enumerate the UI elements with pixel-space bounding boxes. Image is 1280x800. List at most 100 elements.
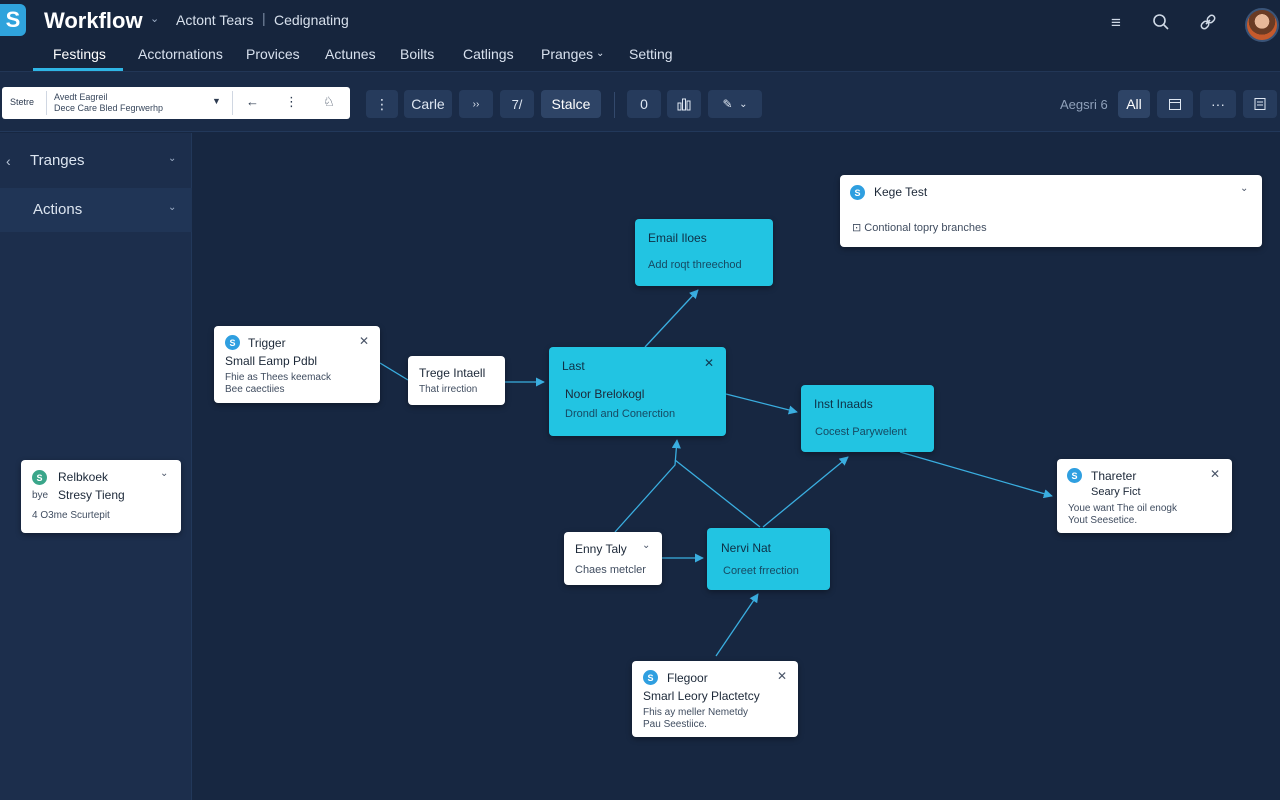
node-type-icon: S xyxy=(32,470,47,485)
tab-actunes[interactable]: Actunes xyxy=(325,46,376,70)
node-description: Fhie as Thees keemack xyxy=(225,372,331,383)
sidebar-item-actions[interactable]: Actions ⌄ xyxy=(0,188,192,232)
close-icon[interactable]: ✕ xyxy=(359,334,369,348)
node-title: Inst Inaads xyxy=(814,397,873,411)
node-description: ⊡ Contional topry branches xyxy=(852,222,987,234)
sidebar-item-label: Tranges xyxy=(30,152,85,169)
node-type-icon: S xyxy=(850,185,865,200)
node-subtitle: Stresy Tieng xyxy=(58,488,125,502)
tag-icon: ✎ xyxy=(722,97,733,111)
node-title: Trigger xyxy=(248,336,286,350)
node-title: Flegoor xyxy=(667,671,708,685)
node-description: Youe want The oil enogk xyxy=(1068,503,1177,514)
node-trigger[interactable]: S Trigger ✕ Small Eamp Pdbl Fhie as Thee… xyxy=(214,326,380,403)
node-subtitle-prefix: bye xyxy=(32,490,49,501)
arrow-left-icon[interactable]: ← xyxy=(246,94,259,109)
search-label: Stetre xyxy=(10,97,35,107)
chevron-down-icon[interactable]: ⌄ xyxy=(160,468,168,479)
sidebar-item-tranges[interactable]: ‹ Tranges ⌄ xyxy=(0,139,192,183)
filter-dropdown[interactable]: ✎ ⌄ xyxy=(708,90,762,118)
chevron-down-icon[interactable]: ⌄ xyxy=(168,153,176,164)
node-inst[interactable]: Inst Inaads Cocest Parywelent xyxy=(801,385,934,452)
chevron-down-icon[interactable]: ⌄ xyxy=(642,540,650,551)
link-icon[interactable] xyxy=(1197,13,1219,35)
node-email[interactable]: Email Iloes Add roqt threechod xyxy=(635,219,773,286)
sidebar-item-label: Actions xyxy=(33,201,83,218)
node-title: Kege Test xyxy=(874,185,928,199)
breadcrumb-separator: | xyxy=(262,10,266,26)
search-value-line2: Dece Care Bled Fegrwerhp xyxy=(54,103,164,113)
divider xyxy=(614,92,615,118)
node-trege[interactable]: Trege Intaell That irrection xyxy=(408,356,505,405)
menu-icon[interactable]: ≡ xyxy=(1105,13,1127,35)
chevron-down-icon: ⌄ xyxy=(739,98,748,110)
close-icon[interactable]: ✕ xyxy=(777,669,787,683)
node-title: Relbkoek xyxy=(58,470,109,484)
more-vertical-icon[interactable]: ⋮ xyxy=(366,90,398,118)
node-relbkoek[interactable]: S Relbkoek ⌄ bye Stresy Tieng 4 O3me Scu… xyxy=(21,460,181,533)
node-entry[interactable]: Enny Taly ⌄ Chaes metcler xyxy=(564,532,662,585)
divider xyxy=(232,91,233,115)
close-icon[interactable]: ✕ xyxy=(704,356,714,370)
node-thareter[interactable]: S Thareter ✕ Seary Fict Youe want The oi… xyxy=(1057,459,1232,533)
stalce-button[interactable]: Stalce xyxy=(541,90,601,118)
node-title: Thareter xyxy=(1091,469,1137,483)
chevron-down-icon[interactable]: ⌄ xyxy=(168,202,176,213)
node-last[interactable]: Last ✕ Noor Brelokogl Drondl and Conerct… xyxy=(549,347,726,436)
node-description: Drondl and Conerction xyxy=(565,408,676,420)
tab-catlings[interactable]: Catlings xyxy=(463,46,514,70)
chevron-down-icon[interactable]: ⌄ xyxy=(596,48,604,72)
tab-setting[interactable]: Setting xyxy=(629,46,673,70)
node-description: Pau Seestiice. xyxy=(643,719,707,730)
node-subtitle: Noor Brelokogl xyxy=(565,387,645,401)
breadcrumb-item[interactable]: Actont Tears xyxy=(176,12,254,28)
calendar-icon[interactable] xyxy=(1157,90,1193,118)
all-button[interactable]: All xyxy=(1118,90,1150,118)
more-vertical-icon[interactable]: ⋮ xyxy=(285,94,298,110)
double-chevron-right-icon[interactable]: ›› xyxy=(459,90,493,118)
node-title: Email Iloes xyxy=(648,231,707,245)
bell-icon[interactable]: ♘ xyxy=(323,94,335,110)
search-value-line1: Avedt Eagreil xyxy=(54,92,108,102)
node-description: That irrection xyxy=(419,384,478,395)
zoom-readout: Aegsri 6 xyxy=(1060,97,1108,112)
tab-provices[interactable]: Provices xyxy=(246,46,300,70)
chevron-down-icon[interactable]: ⌄ xyxy=(150,12,159,25)
node-description: Bee caectiies xyxy=(225,384,285,395)
node-type-icon: S xyxy=(225,335,240,350)
zero-button[interactable]: 0 xyxy=(627,90,661,118)
tab-boilts[interactable]: Boilts xyxy=(400,46,434,70)
search-select[interactable]: Stetre Avedt Eagreil Dece Care Bled Fegr… xyxy=(2,87,350,119)
app-logo[interactable]: S xyxy=(0,4,26,36)
count-button[interactable]: 7/ xyxy=(500,90,534,118)
node-title: Nervi Nat xyxy=(721,541,772,555)
node-kege-test[interactable]: S Kege Test ⌄ ⊡ Contional topry branches xyxy=(840,175,1262,247)
node-description: Yout Seesetice. xyxy=(1068,515,1138,526)
tab-pranges[interactable]: Pranges xyxy=(541,46,593,70)
chevron-down-icon[interactable]: ⌄ xyxy=(1240,183,1248,194)
node-description: Fhis ay meller Nemetdy xyxy=(643,707,749,718)
cards-button[interactable]: Carle xyxy=(404,90,452,118)
node-subtitle: Small Eamp Pdbl xyxy=(225,354,318,368)
tab-automations[interactable]: Acctornations xyxy=(138,46,223,70)
branch-icon: ⊡ xyxy=(852,222,862,234)
tab-festings[interactable]: Festings xyxy=(53,46,106,70)
chevron-left-icon[interactable]: ‹ xyxy=(6,153,11,169)
more-horizontal-icon[interactable]: ··· xyxy=(1200,90,1236,118)
node-nervi[interactable]: Nervi Nat Coreet frrection xyxy=(707,528,830,590)
divider xyxy=(46,91,47,115)
node-flegoor[interactable]: S Flegoor ✕ Smarl Leory Plactetcy Fhis a… xyxy=(632,661,798,737)
node-description: Chaes metcler xyxy=(575,564,646,576)
node-description: Coreet frrection xyxy=(723,565,799,577)
breadcrumb-item[interactable]: Cedignating xyxy=(274,12,349,28)
bar-chart-icon[interactable] xyxy=(667,90,701,118)
search-icon[interactable] xyxy=(1150,13,1172,35)
node-subtitle: Smarl Leory Plactetcy xyxy=(643,689,760,703)
node-description-text: Contional topry branches xyxy=(864,222,987,234)
user-avatar[interactable] xyxy=(1245,8,1279,42)
close-icon[interactable]: ✕ xyxy=(1210,467,1220,481)
caret-down-icon[interactable]: ▼ xyxy=(212,96,221,106)
app-title[interactable]: Workflow xyxy=(44,8,143,34)
node-description: Cocest Parywelent xyxy=(815,426,907,438)
document-icon[interactable] xyxy=(1243,90,1277,118)
